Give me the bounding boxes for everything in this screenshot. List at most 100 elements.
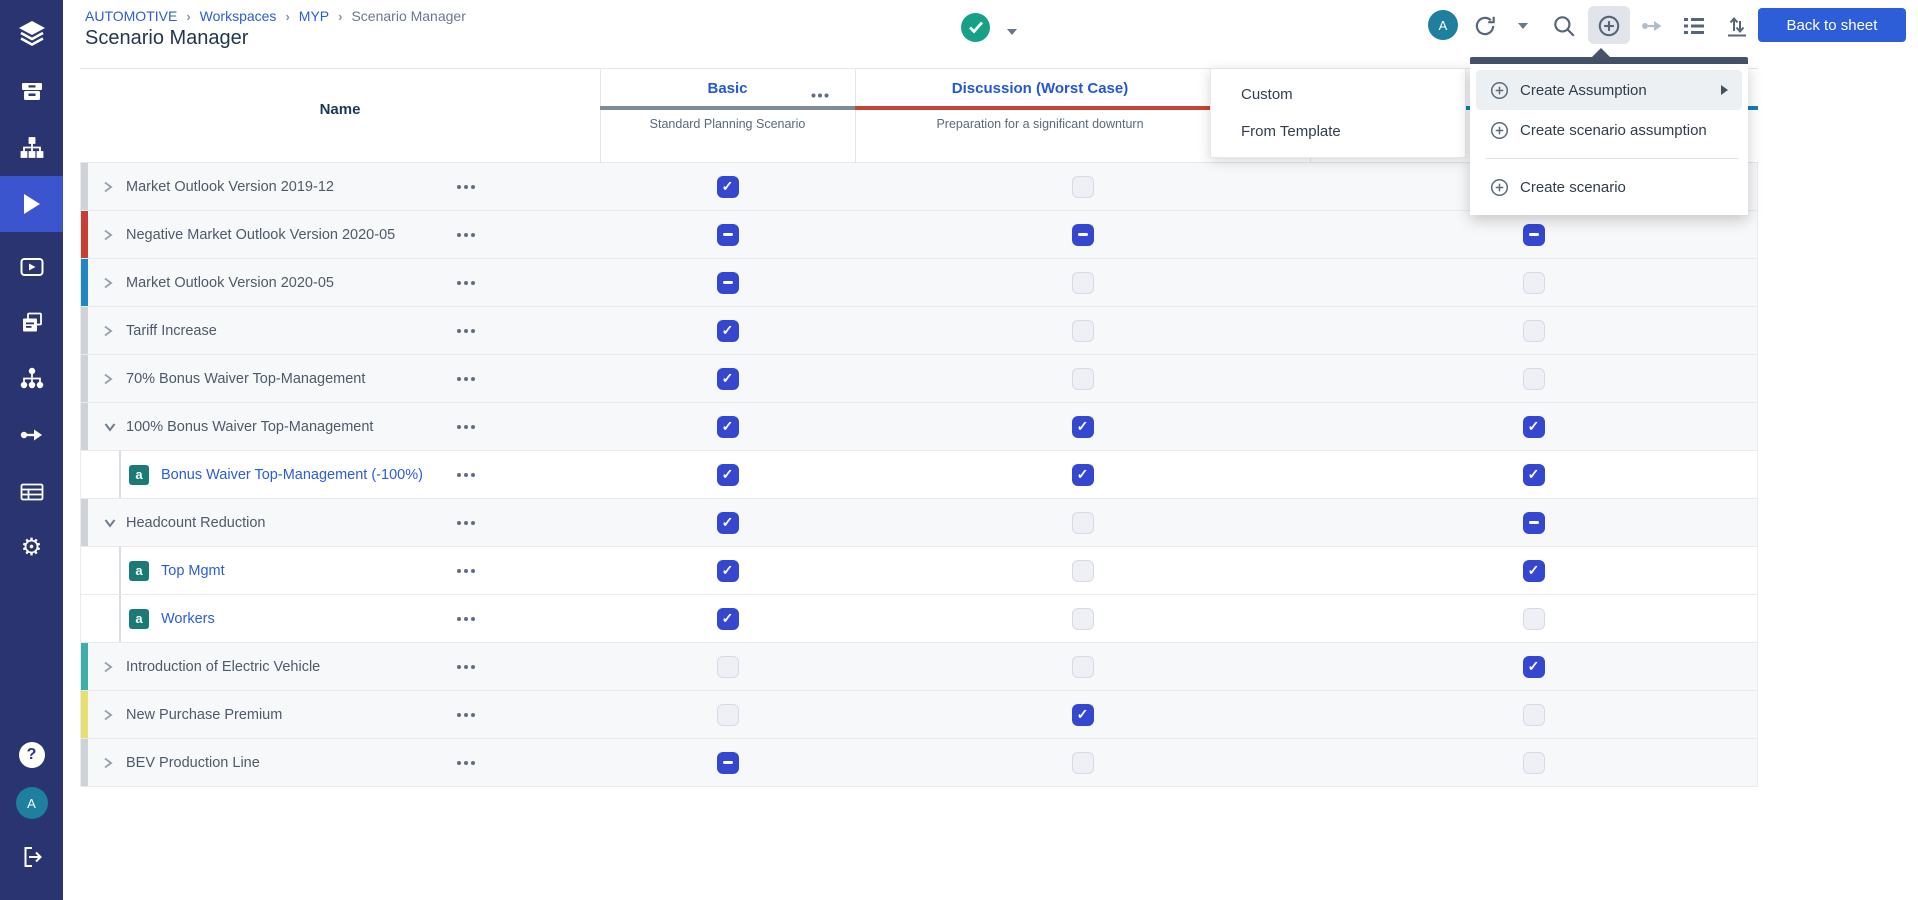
caret-down-icon[interactable]: [1508, 11, 1538, 41]
scenario-checkbox-checked[interactable]: [1523, 560, 1545, 582]
add-icon[interactable]: [1594, 11, 1624, 41]
row-menu-button[interactable]: [457, 569, 475, 573]
archive-icon[interactable]: [0, 70, 63, 114]
menu-item-create-scenario[interactable]: Create scenario: [1476, 167, 1742, 207]
scenario-checkbox-indeterminate[interactable]: [1072, 224, 1094, 246]
breadcrumb: AUTOMOTIVE›Workspaces›MYP›Scenario Manag…: [85, 8, 466, 24]
scenario-checkbox-unchecked[interactable]: [717, 656, 739, 678]
scenario-checkbox-checked[interactable]: [1523, 416, 1545, 438]
refresh-icon[interactable]: [1470, 11, 1500, 41]
scenario-checkbox-indeterminate[interactable]: [1523, 512, 1545, 534]
logout-icon[interactable]: [0, 835, 63, 879]
expand-chevron-icon[interactable]: [103, 228, 113, 242]
row-menu-button[interactable]: [457, 617, 475, 621]
search-icon[interactable]: [1549, 11, 1579, 41]
collapse-chevron-icon[interactable]: [103, 422, 117, 432]
scenario-checkbox-checked[interactable]: [1072, 416, 1094, 438]
scenario-checkbox-unchecked[interactable]: [1072, 176, 1094, 198]
menu-item-create-scenario-assumption[interactable]: Create scenario assumption: [1476, 110, 1742, 150]
table-icon[interactable]: [0, 470, 63, 514]
menu-item-create-assumption[interactable]: Create Assumption: [1476, 70, 1742, 110]
row-menu-button[interactable]: [457, 761, 475, 765]
scenario-checkbox-unchecked[interactable]: [1072, 752, 1094, 774]
breadcrumb-link[interactable]: AUTOMOTIVE: [85, 8, 177, 24]
scenario-checkbox-checked[interactable]: [717, 368, 739, 390]
scenario-checkbox-unchecked[interactable]: [717, 704, 739, 726]
expand-chevron-icon[interactable]: [103, 756, 113, 770]
expand-chevron-icon[interactable]: [103, 180, 113, 194]
row-menu-button[interactable]: [457, 473, 475, 477]
submenu-item[interactable]: Custom: [1211, 76, 1465, 113]
sidebar-user-avatar[interactable]: A: [0, 781, 63, 825]
app-logo-icon[interactable]: [0, 12, 63, 56]
expand-chevron-icon[interactable]: [103, 276, 113, 290]
breadcrumb-link[interactable]: Workspaces: [200, 8, 277, 24]
scenario-checkbox-unchecked[interactable]: [1072, 560, 1094, 582]
status-check-icon[interactable]: [961, 13, 990, 42]
submenu-item[interactable]: From Template: [1211, 113, 1465, 150]
collapse-chevron-icon[interactable]: [103, 518, 117, 528]
row-menu-button[interactable]: [457, 281, 475, 285]
checkbox-cell: [600, 163, 855, 210]
scenario-checkbox-indeterminate[interactable]: [1523, 224, 1545, 246]
expand-chevron-icon[interactable]: [103, 324, 113, 338]
scenario-column-title[interactable]: Discussion (Worst Case): [855, 80, 1225, 97]
scenario-checkbox-checked[interactable]: [717, 464, 739, 486]
row-menu-button[interactable]: [457, 665, 475, 669]
scenario-checkbox-checked[interactable]: [717, 176, 739, 198]
assumption-name-link[interactable]: Bonus Waiver Top-Management (-100%): [161, 467, 423, 483]
gear-icon[interactable]: ⚙: [0, 526, 63, 570]
scenario-checkbox-indeterminate[interactable]: [717, 752, 739, 774]
scenario-checkbox-unchecked[interactable]: [1072, 512, 1094, 534]
row-menu-button[interactable]: [457, 185, 475, 189]
scenario-checkbox-unchecked[interactable]: [1072, 608, 1094, 630]
scenario-checkbox-unchecked[interactable]: [1523, 704, 1545, 726]
help-icon[interactable]: ?: [0, 733, 63, 777]
flow-arrow-icon[interactable]: [0, 413, 63, 457]
expand-chevron-icon[interactable]: [103, 372, 113, 386]
row-menu-button[interactable]: [457, 521, 475, 525]
back-to-sheet-button[interactable]: Back to sheet: [1758, 8, 1906, 42]
scenario-checkbox-unchecked[interactable]: [1523, 368, 1545, 390]
scenario-checkbox-unchecked[interactable]: [1072, 320, 1094, 342]
scenario-checkbox-unchecked[interactable]: [1523, 320, 1545, 342]
row-menu-button[interactable]: [457, 233, 475, 237]
play-square-icon[interactable]: [0, 245, 63, 289]
sitemap-icon[interactable]: [0, 126, 63, 170]
assumption-name-link[interactable]: Workers: [161, 611, 215, 627]
scenario-checkbox-checked[interactable]: [717, 320, 739, 342]
scenario-checkbox-unchecked[interactable]: [1072, 272, 1094, 294]
expand-chevron-icon[interactable]: [103, 660, 113, 674]
scenario-checkbox-checked[interactable]: [717, 512, 739, 534]
scenario-checkbox-indeterminate[interactable]: [717, 272, 739, 294]
scenario-checkbox-checked[interactable]: [717, 416, 739, 438]
row-menu-button[interactable]: [457, 713, 475, 717]
sidebar-item-scenario-manager-active[interactable]: [0, 176, 63, 232]
row-menu-button[interactable]: [457, 329, 475, 333]
row-menu-button[interactable]: [457, 425, 475, 429]
scenario-checkbox-unchecked[interactable]: [1072, 656, 1094, 678]
scenario-checkbox-unchecked[interactable]: [1523, 272, 1545, 294]
assumption-name-link[interactable]: Top Mgmt: [161, 563, 225, 579]
scenario-checkbox-unchecked[interactable]: [1523, 608, 1545, 630]
scenario-checkbox-indeterminate[interactable]: [717, 224, 739, 246]
list-icon[interactable]: [1679, 11, 1709, 41]
scenario-checkbox-checked[interactable]: [1523, 464, 1545, 486]
copy-pages-icon[interactable]: [0, 301, 63, 345]
scenario-checkbox-unchecked[interactable]: [1072, 368, 1094, 390]
scenario-checkbox-unchecked[interactable]: [1523, 752, 1545, 774]
scenario-checkbox-checked[interactable]: [1072, 464, 1094, 486]
toolbar-user-avatar[interactable]: A: [1428, 10, 1458, 40]
status-caret-icon[interactable]: [1006, 23, 1018, 41]
expand-chevron-icon[interactable]: [103, 708, 113, 722]
column-menu-button[interactable]: [811, 85, 829, 103]
import-export-icon[interactable]: [1722, 11, 1752, 41]
scenario-checkbox-checked[interactable]: [717, 560, 739, 582]
row-menu-button[interactable]: [457, 377, 475, 381]
scenario-checkbox-checked[interactable]: [717, 608, 739, 630]
scenario-checkbox-checked[interactable]: [1072, 704, 1094, 726]
scenario-checkbox-checked[interactable]: [1523, 656, 1545, 678]
model-network-icon[interactable]: [0, 357, 63, 401]
flow-arrow-disabled-icon[interactable]: [1638, 11, 1668, 41]
breadcrumb-link[interactable]: MYP: [299, 8, 329, 24]
